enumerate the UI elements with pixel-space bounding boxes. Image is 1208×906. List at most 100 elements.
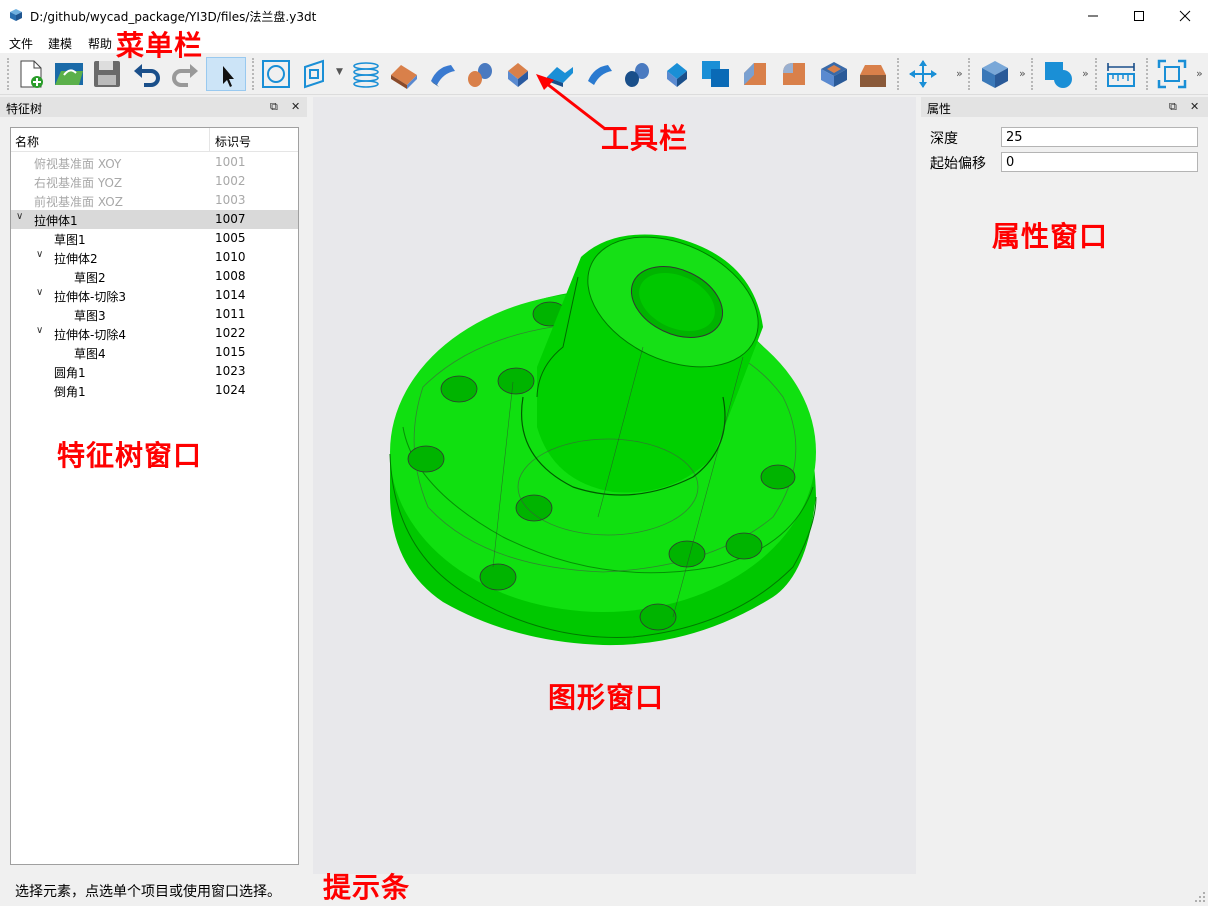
select-button[interactable] (206, 57, 246, 91)
tree-row[interactable]: 倒角1 1024 (11, 381, 298, 400)
feature-tree-title-bar: 特征树 ⧉ ✕ (0, 97, 307, 117)
shell-button[interactable] (817, 57, 851, 91)
helix-button[interactable] (349, 57, 383, 91)
tree-row[interactable]: 俯视基准面 XOY 1001 (11, 153, 298, 172)
tree-row-id: 1023 (215, 364, 246, 378)
column-id-header[interactable]: 标识号 (215, 133, 251, 150)
tree-row[interactable]: 草图4 1015 (11, 343, 298, 362)
tree-row[interactable]: 草图2 1008 (11, 267, 298, 286)
status-text: 选择元素，点选单个项目或使用窗口选择。 (15, 884, 281, 900)
box-button[interactable] (978, 57, 1012, 91)
depth-field[interactable] (1001, 127, 1198, 147)
column-divider[interactable] (209, 128, 210, 152)
tree-row-name: 右视基准面 YOZ (34, 176, 123, 190)
toolbar-more-icon[interactable]: » (956, 67, 963, 80)
close-icon (1179, 10, 1191, 21)
status-bar: 选择元素，点选单个项目或使用窗口选择。 (0, 875, 1208, 905)
start-offset-field[interactable] (1001, 152, 1198, 172)
measure-button[interactable] (1104, 57, 1138, 91)
revolve-icon (431, 65, 455, 87)
annotation-viewport: 图形窗口 (548, 681, 665, 714)
tree-row[interactable]: 圆角1 1023 (11, 362, 298, 381)
toolbar-more-icon[interactable]: » (1082, 67, 1089, 80)
annotation-feature-tree: 特征树窗口 (57, 439, 203, 472)
revolve-button[interactable] (425, 57, 459, 91)
minimize-icon (1088, 15, 1098, 16)
chamfer-button[interactable] (738, 57, 772, 91)
menu-file[interactable]: 文件 (9, 35, 33, 52)
tree-row-id: 1024 (215, 383, 246, 397)
toolbar-more-icon[interactable]: » (1019, 67, 1026, 80)
tree-row[interactable]: ∨ 拉伸体2 1010 (11, 248, 298, 267)
extrude-button[interactable] (387, 57, 421, 91)
float-panel-icon[interactable]: ⧉ (270, 100, 278, 114)
cursor-arrow-icon (223, 66, 234, 87)
tree-row-id: 1014 (215, 288, 246, 302)
loft-cut-button[interactable] (660, 57, 694, 91)
toolbar-separator (1031, 58, 1035, 90)
boolean-button[interactable] (699, 57, 733, 91)
column-name-header[interactable]: 名称 (15, 133, 39, 150)
float-panel-icon[interactable]: ⧉ (1169, 100, 1177, 114)
draft-icon (860, 65, 886, 87)
minimize-button[interactable] (1070, 0, 1116, 31)
properties-title-bar: 属性 ⧉ ✕ (921, 97, 1208, 117)
tree-row[interactable]: ∨ 拉伸体-切除4 1022 (11, 324, 298, 343)
draft-button[interactable] (856, 57, 890, 91)
tree-header: 名称 标识号 (11, 128, 298, 152)
feature-tree: 名称 标识号 俯视基准面 XOY 1001 右视基准面 YOZ 1002 前视基… (10, 127, 299, 865)
close-button[interactable] (1162, 0, 1208, 31)
chamfer-icon (744, 63, 766, 85)
annotation-menubar: 菜单栏 (116, 29, 204, 62)
tree-row[interactable]: ∨ 拉伸体-切除3 1014 (11, 286, 298, 305)
shell-icon (821, 62, 847, 87)
tree-row-selected[interactable]: ∨ 拉伸体1 1007 (11, 210, 298, 229)
tree-row[interactable]: 前视基准面 XOZ 1003 (11, 191, 298, 210)
tree-row-name: 草图3 (74, 309, 106, 323)
tree-row-name: 拉伸体1 (34, 214, 78, 228)
toolbar-grip[interactable] (7, 58, 11, 90)
maximize-button[interactable] (1116, 0, 1162, 31)
annotation-toolbar: 工具栏 (601, 122, 689, 155)
close-panel-icon[interactable]: ✕ (1190, 100, 1199, 113)
tree-row[interactable]: 草图3 1011 (11, 305, 298, 324)
tree-row-id: 1003 (215, 193, 246, 207)
annotation-arrow (536, 74, 605, 130)
dropdown-arrow-icon[interactable]: ▼ (336, 67, 343, 77)
properties-title: 属性 (927, 102, 952, 116)
helix-icon (353, 62, 379, 88)
expand-chevron-icon[interactable]: ∨ (36, 325, 43, 336)
circle-sketch-button[interactable] (259, 57, 293, 91)
close-panel-icon[interactable]: ✕ (291, 100, 300, 113)
menu-help[interactable]: 帮助 (88, 35, 112, 52)
expand-chevron-icon[interactable]: ∨ (16, 211, 23, 222)
extrude-icon (391, 65, 417, 89)
graphics-viewport[interactable] (313, 97, 916, 874)
sweep-button[interactable] (463, 57, 497, 91)
tree-row-id: 1002 (215, 174, 246, 188)
plane-sketch-button[interactable] (297, 57, 331, 91)
open-file-button[interactable] (52, 57, 86, 91)
resize-grip-icon[interactable] (1194, 891, 1206, 903)
shape-button[interactable] (1041, 57, 1075, 91)
tree-row-name: 拉伸体-切除3 (54, 290, 126, 304)
expand-chevron-icon[interactable]: ∨ (36, 287, 43, 298)
loft-icon (625, 63, 649, 87)
flange-3d-model[interactable] (313, 97, 916, 874)
move-button[interactable] (906, 57, 940, 91)
annotation-statusbar: 提示条 (323, 871, 411, 904)
fillet-button[interactable] (777, 57, 811, 91)
menu-modeling[interactable]: 建模 (48, 35, 72, 52)
expand-chevron-icon[interactable]: ∨ (36, 249, 43, 260)
tree-row-id: 1015 (215, 345, 246, 359)
new-document-button[interactable] (14, 57, 48, 91)
tree-row-id: 1022 (215, 326, 246, 340)
tree-row-name: 拉伸体2 (54, 252, 98, 266)
cube-icon (982, 61, 1008, 88)
toolbar-more-icon[interactable]: » (1196, 67, 1203, 80)
tree-row[interactable]: 草图1 1005 (11, 229, 298, 248)
toolbar-separator (1095, 58, 1099, 90)
fit-view-button[interactable] (1155, 57, 1189, 91)
loft-button[interactable] (620, 57, 654, 91)
tree-row[interactable]: 右视基准面 YOZ 1002 (11, 172, 298, 191)
